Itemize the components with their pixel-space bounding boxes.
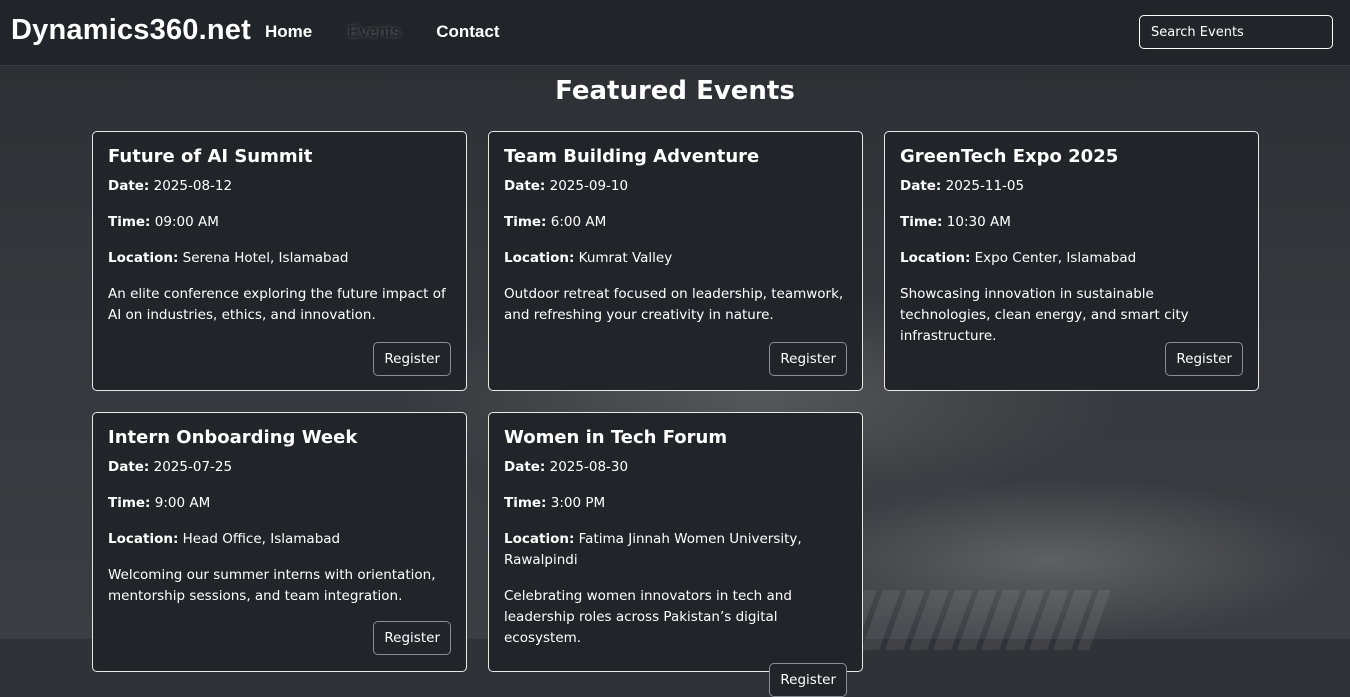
date-label: Date: — [504, 459, 546, 475]
date-label: Date: — [900, 178, 942, 194]
event-title: GreenTech Expo 2025 — [900, 146, 1119, 167]
events-grid: Future of AI Summit Date: 2025-08-12 Tim… — [92, 131, 1259, 697]
location-value: Serena Hotel, Islamabad — [182, 250, 349, 266]
event-title: Future of AI Summit — [108, 146, 313, 167]
nav-home[interactable]: Home — [265, 22, 312, 42]
date-value: 2025-07-25 — [153, 459, 233, 475]
date-label: Date: — [108, 178, 150, 194]
time-label: Time: — [504, 495, 547, 511]
register-button[interactable]: Register — [769, 342, 847, 376]
event-title: Intern Onboarding Week — [108, 427, 358, 448]
event-location: Location: Head Office, Islamabad — [108, 529, 451, 550]
date-value: 2025-08-12 — [153, 178, 233, 194]
event-date: Date: 2025-11-05 — [900, 176, 1243, 197]
time-label: Time: — [504, 214, 547, 230]
event-description: Celebrating women innovators in tech and… — [504, 588, 792, 646]
top-navbar: Dynamics360.net Home Events Contact — [0, 0, 1350, 66]
time-value: 3:00 PM — [550, 495, 606, 511]
time-label: Time: — [900, 214, 943, 230]
nav-contact[interactable]: Contact — [436, 22, 499, 42]
time-value: 9:00 AM — [154, 495, 211, 511]
brand-logo[interactable]: Dynamics360.net — [11, 14, 251, 47]
event-location: Location: Expo Center, Islamabad — [900, 248, 1243, 269]
location-label: Location: — [108, 250, 179, 266]
date-label: Date: — [108, 459, 150, 475]
event-description: An elite conference exploring the future… — [108, 286, 446, 323]
event-date: Date: 2025-09-10 — [504, 176, 847, 197]
location-label: Location: — [108, 531, 179, 547]
event-card: Women in Tech Forum Date: 2025-08-30 Tim… — [488, 412, 863, 697]
event-location: Location: Serena Hotel, Islamabad — [108, 248, 451, 269]
event-card: Intern Onboarding Week Date: 2025-07-25 … — [92, 412, 467, 672]
page-title: Featured Events — [555, 76, 795, 106]
location-label: Location: — [504, 250, 575, 266]
time-value: 09:00 AM — [154, 214, 219, 230]
register-button[interactable]: Register — [1165, 342, 1243, 376]
location-label: Location: — [900, 250, 971, 266]
event-location: Location: Kumrat Valley — [504, 248, 847, 269]
main-nav: Home Events Contact — [265, 22, 536, 42]
event-location: Location: Fatima Jinnah Women University… — [504, 529, 847, 571]
event-time: Time: 09:00 AM — [108, 212, 451, 233]
date-label: Date: — [504, 178, 546, 194]
event-description: Outdoor retreat focused on leadership, t… — [504, 286, 844, 323]
event-time: Time: 6:00 AM — [504, 212, 847, 233]
time-value: 10:30 AM — [946, 214, 1011, 230]
date-value: 2025-08-30 — [549, 459, 629, 475]
date-value: 2025-09-10 — [549, 178, 629, 194]
event-date: Date: 2025-08-30 — [504, 457, 847, 478]
time-label: Time: — [108, 214, 151, 230]
event-card: GreenTech Expo 2025 Date: 2025-11-05 Tim… — [884, 131, 1259, 391]
search-input[interactable] — [1139, 15, 1333, 49]
register-button[interactable]: Register — [373, 621, 451, 655]
event-time: Time: 10:30 AM — [900, 212, 1243, 233]
event-date: Date: 2025-08-12 — [108, 176, 451, 197]
date-value: 2025-11-05 — [945, 178, 1025, 194]
event-time: Time: 9:00 AM — [108, 493, 451, 514]
location-value: Expo Center, Islamabad — [974, 250, 1137, 266]
location-label: Location: — [504, 531, 575, 547]
event-description: Showcasing innovation in sustainable tec… — [900, 286, 1189, 344]
event-description: Welcoming our summer interns with orient… — [108, 567, 436, 604]
location-value: Head Office, Islamabad — [182, 531, 341, 547]
time-label: Time: — [108, 495, 151, 511]
event-title: Women in Tech Forum — [504, 427, 728, 448]
register-button[interactable]: Register — [373, 342, 451, 376]
event-card: Future of AI Summit Date: 2025-08-12 Tim… — [92, 131, 467, 391]
register-button[interactable]: Register — [769, 663, 847, 697]
location-value: Kumrat Valley — [578, 250, 673, 266]
event-time: Time: 3:00 PM — [504, 493, 847, 514]
event-date: Date: 2025-07-25 — [108, 457, 451, 478]
time-value: 6:00 AM — [550, 214, 607, 230]
nav-events[interactable]: Events — [348, 22, 400, 42]
event-card: Team Building Adventure Date: 2025-09-10… — [488, 131, 863, 391]
event-title: Team Building Adventure — [504, 146, 760, 167]
